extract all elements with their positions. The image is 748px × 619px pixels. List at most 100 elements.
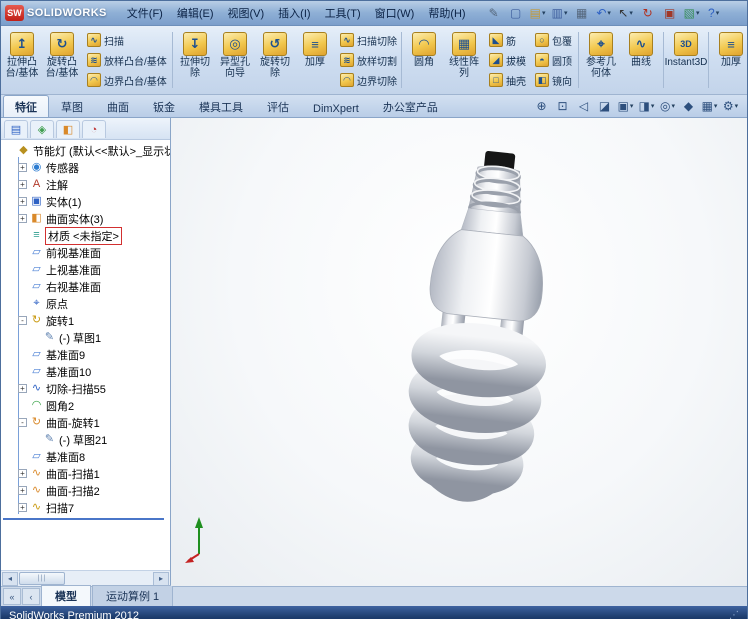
draft-button[interactable]: ◢ 拔模 (486, 51, 528, 69)
options-button[interactable]: ▧ (682, 4, 702, 22)
new-document-button[interactable]: ▢ (506, 4, 526, 22)
tree-sensors-folder[interactable]: + ◉ 传感器 (1, 159, 170, 176)
view-settings-button[interactable]: ⚙ (721, 97, 740, 115)
menu-item[interactable]: 插入(I) (271, 2, 317, 24)
expand-toggle-icon[interactable]: + (18, 163, 27, 172)
expand-toggle-icon[interactable]: + (18, 486, 27, 495)
sketch-button[interactable]: ✎ (484, 4, 504, 22)
motion-study-tab[interactable]: 运动算例 1 (92, 585, 173, 606)
loft-cut-button[interactable]: ≋ 放样切割 (337, 51, 397, 69)
menu-item[interactable]: 编辑(E) (170, 2, 221, 24)
extrude-cut-button[interactable]: ↧ 拉伸切除 (175, 28, 215, 92)
tree-material[interactable]: ≡ 材质 <未指定> (1, 227, 170, 244)
rib-button[interactable]: ◣ 筋 (486, 31, 528, 49)
open-button[interactable]: ▤ (528, 4, 548, 22)
menu-item[interactable]: 视图(V) (221, 2, 272, 24)
section-view-button[interactable]: ◪ (595, 97, 614, 115)
help-button[interactable]: ? (704, 4, 724, 22)
graphics-viewport[interactable] (171, 118, 747, 586)
boundary-boss-button[interactable]: ◠ 边界凸台/基体 (84, 71, 168, 89)
tab-sketch[interactable]: 草图 (49, 95, 95, 117)
linear-pattern-button[interactable]: ▦ 线性阵列 (444, 28, 484, 92)
cfl-bulb-model[interactable] (381, 146, 571, 526)
tree-surface-bodies-folder[interactable]: + ◧ 曲面实体(3) (1, 210, 170, 227)
shell-button[interactable]: □ 抽壳 (486, 71, 528, 89)
tab-features[interactable]: 特征 (3, 95, 49, 117)
fillet-button[interactable]: ◠ 圆角 (404, 28, 444, 92)
expand-toggle-icon[interactable]: - (18, 316, 27, 325)
tree-plane8[interactable]: ▱ 基准面8 (1, 448, 170, 465)
featuremanager-tree-tab[interactable]: ▤ (4, 120, 28, 138)
rollback-bar[interactable] (3, 518, 164, 520)
model-tab[interactable]: 模型 (41, 585, 91, 606)
print-button[interactable]: ▦ (572, 4, 592, 22)
file-properties-button[interactable]: ▣ (660, 4, 680, 22)
tree-horizontal-scrollbar[interactable]: ◂ ||| ▸ (1, 570, 170, 586)
revolve-cut-button[interactable]: ↺ 旋转切除 (255, 28, 295, 92)
undo-button[interactable]: ↶ (594, 4, 614, 22)
expand-toggle-icon[interactable]: + (18, 384, 27, 393)
expand-toggle-icon[interactable]: + (18, 503, 27, 512)
wrap-button[interactable]: ○ 包覆 (532, 31, 574, 49)
save-button[interactable]: ▥ (550, 4, 570, 22)
thicken-surface-button[interactable]: ≡ 加厚 (711, 28, 747, 92)
tab-dimxpert[interactable]: DimXpert (301, 99, 371, 117)
tab-mold-tools[interactable]: 模具工具 (187, 95, 255, 117)
menu-item[interactable]: 窗口(W) (368, 2, 422, 24)
extrude-boss-button[interactable]: ↥ 拉伸凸台/基体 (2, 28, 42, 92)
mirror-button[interactable]: ◧ 镜向 (532, 71, 574, 89)
tree-plane10[interactable]: ▱ 基准面10 (1, 363, 170, 380)
tree-solid-bodies-folder[interactable]: + ▣ 实体(1) (1, 193, 170, 210)
expand-toggle-icon[interactable]: - (18, 418, 27, 427)
tree-sketch1[interactable]: ✎ (-) 草图1 (1, 329, 170, 346)
tree-top-plane[interactable]: ▱ 上视基准面 (1, 261, 170, 278)
tree-sketch21[interactable]: ✎ (-) 草图21 (1, 431, 170, 448)
configurationmanager-tab[interactable]: ◧ (56, 120, 80, 138)
propertymanager-tab[interactable]: ◈ (30, 120, 54, 138)
tree-surface-revolve1[interactable]: - ↻ 曲面-旋转1 (1, 414, 170, 431)
expand-toggle-icon[interactable]: + (18, 197, 27, 206)
tree-fillet2[interactable]: ◠ 圆角2 (1, 397, 170, 414)
thicken-button[interactable]: ≡ 加厚 (295, 28, 335, 92)
scrollbar-thumb[interactable]: ||| (19, 572, 65, 585)
tree-surface-sweep2[interactable]: + ∿ 曲面-扫描2 (1, 482, 170, 499)
display-style-button[interactable]: ◨ (637, 97, 656, 115)
tree-part-root[interactable]: ◆ 节能灯 (默认<<默认>_显示状态 (1, 142, 170, 159)
scroll-left-icon[interactable]: ◂ (2, 572, 18, 586)
apply-scene-button[interactable]: ▦ (700, 97, 719, 115)
tree-annotations-folder[interactable]: + A 注解 (1, 176, 170, 193)
tab-office-products[interactable]: 办公室产品 (371, 95, 450, 117)
tree-sweep7[interactable]: + ∿ 扫描7 (1, 499, 170, 516)
bulb-group[interactable] (409, 146, 556, 496)
tree-right-plane[interactable]: ▱ 右视基准面 (1, 278, 170, 295)
tab-evaluate[interactable]: 评估 (255, 95, 301, 117)
loft-button[interactable]: ≋ 放样凸台/基体 (84, 51, 168, 69)
select-button[interactable]: ↖ (616, 4, 636, 22)
tree-plane9[interactable]: ▱ 基准面9 (1, 346, 170, 363)
tab-sheet-metal[interactable]: 钣金 (141, 95, 187, 117)
menu-item[interactable]: 文件(F) (120, 2, 170, 24)
tree-origin[interactable]: ⌖ 原点 (1, 295, 170, 312)
sweep-button[interactable]: ∿ 扫描 (84, 31, 168, 49)
menu-item[interactable]: 帮助(H) (421, 2, 472, 24)
hole-wizard-button[interactable]: ◎ 异型孔向导 (215, 28, 255, 92)
zoom-to-fit-button[interactable]: ⊕ (532, 97, 551, 115)
curves-button[interactable]: ∿ 曲线 (621, 28, 661, 92)
view-orientation-button[interactable]: ▣ (616, 97, 635, 115)
tree-surface-sweep1[interactable]: + ∿ 曲面-扫描1 (1, 465, 170, 482)
tree-revolve1[interactable]: - ↻ 旋转1 (1, 312, 170, 329)
rebuild-button[interactable]: ↻ (638, 4, 658, 22)
expand-toggle-icon[interactable]: + (18, 214, 27, 223)
reference-geometry-button[interactable]: ⌖ 参考几何体 (581, 28, 621, 92)
tab-surfaces[interactable]: 曲面 (95, 95, 141, 117)
displaymanager-tab[interactable]: ◔ (82, 120, 106, 138)
revolve-boss-button[interactable]: ↻ 旋转凸台/基体 (42, 28, 82, 92)
solidworks-logo-icon[interactable]: SW (5, 5, 24, 21)
expand-toggle-icon[interactable]: + (18, 469, 27, 478)
edit-appearance-button[interactable]: ◆ (679, 97, 698, 115)
expand-toggle-icon[interactable]: + (18, 180, 27, 189)
bulb-housing[interactable] (427, 227, 547, 323)
resize-grip[interactable]: ⋰ (729, 610, 739, 619)
previous-view-button[interactable]: ◁ (574, 97, 593, 115)
scroll-right-icon[interactable]: ▸ (153, 572, 169, 586)
